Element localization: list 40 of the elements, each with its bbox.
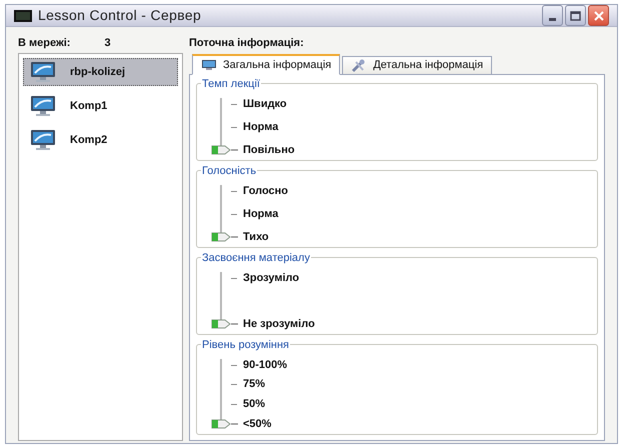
group-title: Засвоєння матеріалу <box>201 250 311 266</box>
info-label: Поточна інформація: <box>189 36 304 51</box>
tab[interactable]: Загальна інформація <box>192 54 340 75</box>
close-icon <box>594 10 604 20</box>
minimize-button[interactable] <box>542 5 563 26</box>
option-label: Швидко <box>243 96 287 112</box>
option-label: Не зрозуміло <box>243 316 315 332</box>
slider-thumb[interactable] <box>211 319 239 329</box>
minimize-icon <box>549 18 556 21</box>
maximize-icon <box>570 10 581 20</box>
app-icon <box>14 10 32 22</box>
wrench-icon <box>351 58 368 72</box>
option-label: 90-100% <box>243 358 288 373</box>
option-label: Норма <box>243 120 278 135</box>
monitor-icon <box>30 95 56 117</box>
close-button[interactable] <box>588 5 609 26</box>
slider-thumb[interactable] <box>211 232 239 242</box>
option-label: Повільно <box>243 142 295 158</box>
monitor-icon <box>30 129 56 151</box>
network-count: 3 <box>104 36 111 51</box>
computer-item[interactable]: rbp-kolizej <box>23 58 178 86</box>
monitor-icon <box>30 61 56 83</box>
slider-thumb[interactable] <box>211 418 239 429</box>
option-label: Зрозуміло <box>243 270 300 286</box>
option-label: 50% <box>243 397 266 412</box>
option-label: 75% <box>243 377 266 392</box>
monitor-icon <box>201 59 217 71</box>
network-label: В мережі: <box>18 36 70 51</box>
window-title: Lesson Control - Сервер <box>38 6 202 25</box>
group-title: Темп лекції <box>201 76 261 92</box>
option-label: Тихо <box>243 230 269 245</box>
group-title: Рівень розуміння <box>201 337 290 354</box>
option-label: <50% <box>243 416 272 432</box>
tab[interactable]: Детальна інформація <box>342 56 492 74</box>
slider-thumb[interactable] <box>211 145 239 155</box>
maximize-button[interactable] <box>565 5 586 26</box>
option-label: Норма <box>243 206 278 222</box>
computer-item[interactable]: Komp1 <box>23 92 178 120</box>
option-label: Голосно <box>243 184 288 199</box>
computer-item[interactable]: Komp2 <box>23 126 178 154</box>
